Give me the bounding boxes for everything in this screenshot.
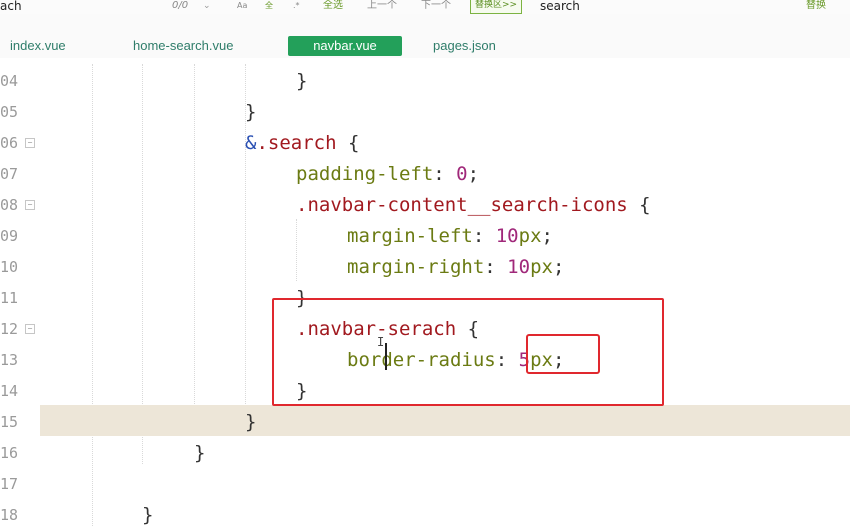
code-line: 04 }: [0, 66, 850, 97]
code-line: 07 padding-left: 0;: [0, 159, 850, 190]
code-text: }: [142, 504, 154, 526]
tab-home-search-vue[interactable]: home-search.vue: [133, 36, 233, 56]
fold-toggle-icon[interactable]: −: [25, 200, 35, 210]
code-line: 17: [0, 469, 850, 500]
code-token-semicolon: ;: [541, 225, 553, 247]
code-text: }: [245, 101, 257, 123]
code-text: }: [296, 70, 308, 92]
code-line: 09 margin-left: 10px;: [0, 221, 850, 252]
code-token-number: 10: [495, 225, 519, 247]
code-token-colon: :: [433, 163, 457, 185]
code-line: 18 }: [0, 500, 850, 526]
code-token-property: padding-left: [296, 163, 434, 185]
whole-word-toggle[interactable]: 全: [265, 0, 273, 14]
editor-window: ach 0/0 ⌄ Aa 全 .* 全选 上一个 下一个 替换区>> searc…: [0, 0, 850, 526]
line-number: 17: [0, 475, 19, 493]
tab-navbar-vue[interactable]: navbar.vue: [288, 36, 402, 56]
code-editor[interactable]: 04 } 05 } 06 − &.search { 07 padding-lef…: [0, 64, 850, 526]
code-text: margin-right: 10px;: [347, 252, 564, 283]
code-line: 06 − &.search {: [0, 128, 850, 159]
code-token-selector: .navbar-content__search-icons: [296, 194, 628, 216]
code-line: 15 }: [0, 407, 850, 438]
code-token-colon: :: [484, 256, 508, 278]
line-number: 08: [0, 196, 19, 214]
tab-pages-json[interactable]: pages.json: [433, 36, 496, 56]
code-token-unit: px: [530, 256, 553, 278]
line-number: 07: [0, 165, 19, 183]
code-token-brace: {: [336, 132, 360, 154]
previous-match-button[interactable]: 上一个: [367, 0, 397, 14]
code-token-semicolon: ;: [552, 256, 565, 278]
next-match-button[interactable]: 下一个: [421, 0, 451, 14]
code-line: 16 }: [0, 438, 850, 469]
code-token-semicolon: ;: [467, 163, 480, 185]
line-number: 06: [0, 134, 19, 152]
find-replace-bar: ach 0/0 ⌄ Aa 全 .* 全选 上一个 下一个 替换区>> searc…: [0, 0, 850, 15]
code-token-brace: {: [627, 194, 651, 216]
code-text: margin-left: 10px;: [347, 221, 553, 252]
line-number: 18: [0, 506, 19, 524]
replace-button[interactable]: 替换: [806, 0, 826, 14]
replace-input[interactable]: search: [540, 0, 580, 14]
match-case-toggle[interactable]: Aa: [237, 0, 247, 14]
code-line: 05 }: [0, 97, 850, 128]
line-number: 15: [0, 413, 19, 431]
code-line: 10 margin-right: 10px;: [0, 252, 850, 283]
line-number: 14: [0, 382, 19, 400]
code-token-selector: .search: [256, 132, 337, 154]
annotation-box-value: [526, 334, 600, 374]
line-number: 09: [0, 227, 19, 245]
code-token-colon: :: [472, 225, 496, 247]
fold-toggle-icon[interactable]: −: [25, 324, 35, 334]
tab-index-vue[interactable]: index.vue: [10, 36, 66, 56]
line-number: 04: [0, 72, 19, 90]
annotation-box-selector-block: [272, 298, 664, 406]
line-number: 13: [0, 351, 19, 369]
code-text: }: [194, 442, 206, 464]
line-number: 12: [0, 320, 19, 338]
find-input[interactable]: ach: [0, 0, 22, 14]
select-all-button[interactable]: 全选: [323, 0, 343, 14]
line-number: 11: [0, 289, 19, 307]
code-text: .navbar-content__search-icons {: [296, 190, 651, 221]
regex-toggle[interactable]: .*: [293, 0, 300, 14]
chevron-down-icon[interactable]: ⌄: [203, 0, 211, 14]
line-number: 16: [0, 444, 19, 462]
code-token-unit: px: [518, 225, 542, 247]
code-token-ampersand: &: [245, 132, 257, 154]
code-line: 08 − .navbar-content__search-icons {: [0, 190, 850, 221]
editor-tabs: index.vue home-search.vue navbar.vue pag…: [0, 14, 850, 58]
code-token-number: 10: [507, 256, 531, 278]
code-token-number: 0: [456, 163, 468, 185]
code-text: }: [245, 411, 257, 433]
line-number: 10: [0, 258, 19, 276]
toggle-replace-button[interactable]: 替换区>>: [470, 0, 523, 14]
code-text: padding-left: 0;: [296, 159, 479, 190]
code-token-property: margin-right: [347, 256, 485, 278]
fold-toggle-icon[interactable]: −: [25, 138, 35, 148]
line-number: 05: [0, 103, 19, 121]
match-count: 0/0: [172, 0, 189, 11]
code-token-property: margin-left: [347, 225, 473, 247]
code-text: &.search {: [245, 128, 359, 159]
